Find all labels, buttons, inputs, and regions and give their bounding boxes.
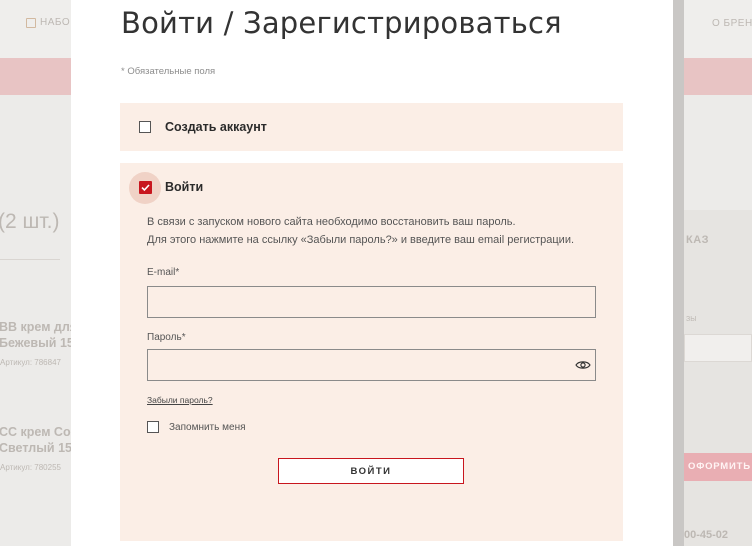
show-password-icon[interactable]: [575, 359, 591, 371]
background-order-title: КАЗ: [686, 234, 710, 246]
modal-scrollbar[interactable]: [673, 0, 684, 546]
background-order-panel: [684, 210, 752, 546]
forgot-password-link[interactable]: Забыли пароль?: [147, 395, 213, 405]
create-account-checkbox[interactable]: [139, 121, 151, 133]
login-modal: Войти / Зарегистрироваться * Обязательны…: [71, 0, 673, 546]
remember-me-checkbox[interactable]: [147, 421, 159, 433]
password-reset-notice-line1: В связи с запуском нового сайта необходи…: [147, 216, 516, 228]
required-fields-note: * Обязательные поля: [121, 66, 216, 77]
background-small-label: ЗЫ: [686, 316, 697, 323]
background-cart-title: (2 шт.): [0, 210, 60, 233]
checkmark-icon: [141, 184, 150, 192]
background-nav-right: О БРЕНД: [712, 18, 752, 29]
modal-title: Войти / Зарегистрироваться: [121, 6, 562, 40]
background-product1-shade: Бежевый 15: [0, 336, 74, 350]
background-checkout-label: ОФОРМИТЬ: [688, 461, 751, 472]
background-phone: 00-45-02: [684, 529, 729, 541]
email-field[interactable]: [147, 286, 596, 318]
background-product2-name: СС крем Сов: [0, 425, 79, 439]
remember-me-label[interactable]: Запомнить меня: [169, 422, 246, 433]
background-product1-sku: Артикул: 786847: [0, 358, 61, 367]
background-input: [684, 334, 752, 362]
background-product1-name: ВВ крем для: [0, 320, 78, 334]
background-product2-sku: Артикул: 780255: [0, 463, 61, 472]
create-account-label[interactable]: Создать аккаунт: [165, 120, 267, 134]
password-field[interactable]: [147, 349, 596, 381]
background-product2-shade: Светлый 15 г: [0, 441, 81, 455]
email-label: E-mail*: [147, 267, 180, 278]
login-checkbox[interactable]: [139, 181, 152, 194]
background-divider: [0, 259, 60, 260]
login-option: Войти В связи с запуском нового сайта не…: [120, 163, 623, 541]
gift-icon: [26, 17, 36, 28]
password-label: Пароль*: [147, 332, 186, 343]
login-submit-button[interactable]: ВОЙТИ: [278, 458, 464, 484]
login-label[interactable]: Войти: [165, 180, 203, 194]
background-nav-left-label: НАБО: [40, 17, 71, 28]
background-nav-item: НАБО: [26, 17, 70, 28]
password-reset-notice-line2: Для этого нажмите на ссылку «Забыли паро…: [147, 234, 575, 246]
create-account-option[interactable]: Создать аккаунт: [120, 103, 623, 151]
